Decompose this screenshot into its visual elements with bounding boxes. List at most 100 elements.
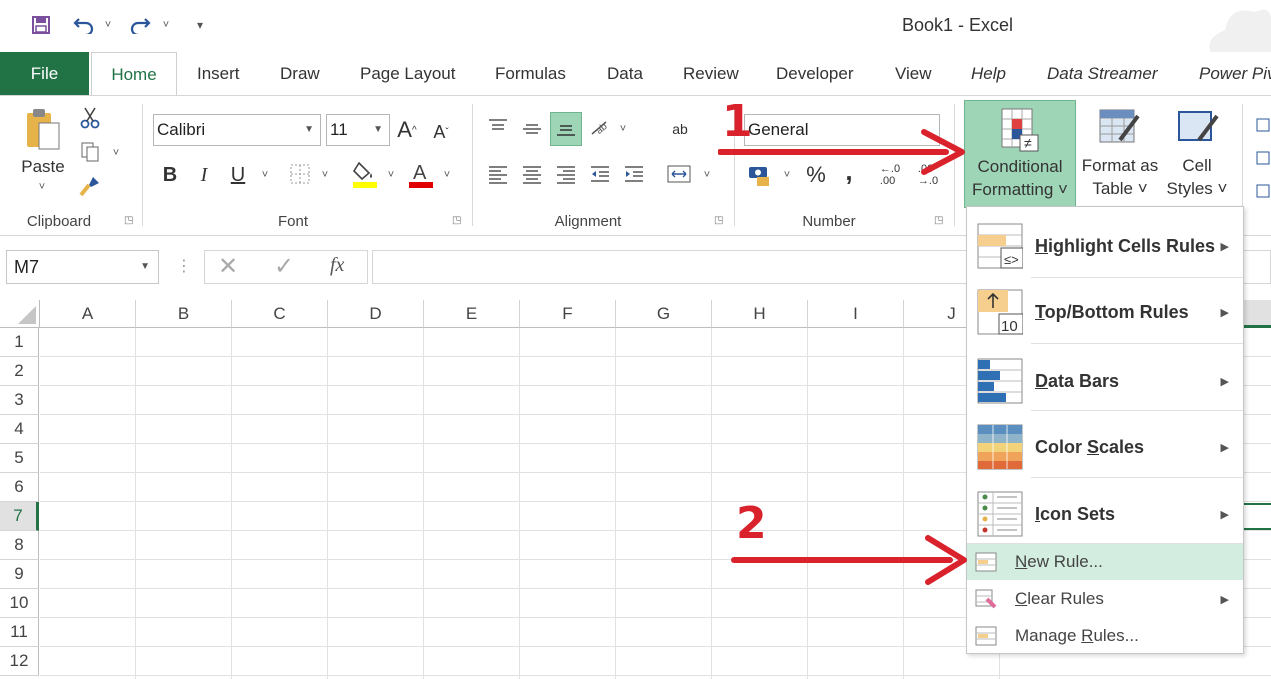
name-box[interactable]: M7 ▼ (6, 250, 159, 284)
row-header[interactable]: 3 (0, 386, 39, 415)
redo-icon[interactable] (128, 10, 152, 40)
bold-button[interactable]: B (158, 162, 182, 188)
tab-review[interactable]: Review (683, 52, 739, 95)
paste-dropdown-icon[interactable]: ˅ (32, 180, 52, 194)
row-header[interactable]: 1 (0, 328, 39, 357)
clipboard-launcher-icon[interactable]: ◳ (124, 215, 133, 226)
font-color-icon[interactable]: A (406, 158, 436, 190)
alignment-launcher-icon[interactable]: ◳ (714, 215, 723, 226)
cut-icon[interactable] (78, 106, 102, 130)
align-middle-icon[interactable] (520, 116, 544, 140)
align-right-icon[interactable] (554, 162, 578, 186)
increase-indent-icon[interactable] (622, 162, 646, 186)
merge-dropdown-icon[interactable]: ˅ (700, 168, 714, 182)
align-bottom-icon[interactable] (550, 112, 582, 146)
column-header[interactable]: A (40, 300, 136, 328)
row-header[interactable]: 8 (0, 531, 39, 560)
format-as-table-label-1: Format as (1081, 156, 1159, 175)
copy-dropdown-icon[interactable]: ˅ (108, 146, 124, 160)
font-launcher-icon[interactable]: ◳ (452, 215, 461, 226)
tab-home[interactable]: Home (91, 52, 177, 96)
underline-button[interactable]: U (226, 162, 250, 188)
row-header[interactable]: 5 (0, 444, 39, 473)
cell-styles-button[interactable]: Cell Styles ˅ (1164, 100, 1230, 208)
gridline (711, 328, 712, 679)
merge-center-icon[interactable] (666, 162, 692, 186)
row-header[interactable]: 9 (0, 560, 39, 589)
column-header[interactable]: H (712, 300, 808, 328)
menu-item-data-bars[interactable]: Data Bars ▶ (967, 348, 1243, 414)
save-icon[interactable] (28, 10, 54, 40)
more-options-icon[interactable]: ⋮ (176, 256, 192, 276)
copy-icon[interactable] (78, 140, 102, 164)
undo-icon[interactable] (72, 10, 96, 40)
tab-power-pivot[interactable]: Power Piv (1199, 52, 1271, 95)
active-cell[interactable] (1244, 503, 1271, 530)
tab-page-layout[interactable]: Page Layout (360, 52, 455, 95)
undo-dropdown-icon[interactable]: ˅ (100, 10, 116, 40)
row-header[interactable]: 10 (0, 589, 39, 618)
row-header[interactable]: 12 (0, 647, 39, 676)
paste-icon[interactable] (16, 104, 70, 154)
wrap-text-icon[interactable]: ab (666, 112, 694, 146)
menu-item-highlight-cells-rules[interactable]: ≤> Highlight Cells Rules ▶ (967, 213, 1243, 279)
font-color-dropdown-icon[interactable]: ˅ (440, 168, 454, 182)
row-header[interactable]: 11 (0, 618, 39, 647)
cells-group-partial[interactable] (1254, 108, 1271, 208)
row-header[interactable]: 7 (0, 502, 39, 531)
format-painter-icon[interactable] (78, 174, 102, 198)
tab-file[interactable]: File (0, 52, 89, 95)
orientation-icon[interactable]: ab (588, 116, 612, 140)
row-header[interactable]: 6 (0, 473, 39, 502)
row-header[interactable]: 2 (0, 357, 39, 386)
select-all-corner[interactable] (0, 300, 40, 328)
tab-data-streamer[interactable]: Data Streamer (1047, 52, 1158, 95)
tab-view[interactable]: View (895, 52, 932, 95)
cancel-icon[interactable]: ✕ (218, 252, 238, 281)
column-header[interactable]: F (520, 300, 616, 328)
font-size-combo[interactable]: 11 ▼ (326, 114, 390, 146)
tab-data[interactable]: Data (607, 52, 643, 95)
fill-color-dropdown-icon[interactable]: ˅ (384, 168, 398, 182)
tab-insert[interactable]: Insert (197, 52, 240, 95)
menu-item-icon-sets[interactable]: Icon Sets ▶ (967, 481, 1243, 547)
column-header[interactable]: D (328, 300, 424, 328)
italic-button[interactable]: I (192, 162, 216, 188)
menu-item-manage-rules[interactable]: Manage Rules... (967, 618, 1243, 654)
column-header[interactable]: B (136, 300, 232, 328)
column-header-active[interactable] (1244, 300, 1271, 328)
paste-button-label[interactable]: Paste (14, 156, 72, 178)
align-center-icon[interactable] (520, 162, 544, 186)
orientation-dropdown-icon[interactable]: ˅ (616, 122, 630, 136)
decrease-indent-icon[interactable] (588, 162, 612, 186)
column-header[interactable]: C (232, 300, 328, 328)
borders-icon[interactable] (288, 162, 312, 186)
number-launcher-icon[interactable]: ◳ (934, 215, 943, 226)
align-left-icon[interactable] (486, 162, 510, 186)
menu-item-new-rule[interactable]: New Rule... (967, 544, 1243, 580)
enter-icon[interactable]: ✓ (274, 252, 294, 281)
align-top-icon[interactable] (486, 114, 510, 138)
menu-item-clear-rules[interactable]: Clear Rules ▶ (967, 581, 1243, 617)
menu-item-color-scales[interactable]: Color Scales ▶ (967, 414, 1243, 480)
borders-dropdown-icon[interactable]: ˅ (318, 168, 332, 182)
fill-color-icon[interactable] (350, 158, 380, 190)
row-header[interactable]: 4 (0, 415, 39, 444)
grow-font-button[interactable]: A ^ (396, 116, 418, 144)
underline-dropdown-icon[interactable]: ˅ (258, 168, 272, 182)
conditional-formatting-button[interactable]: ≠ Conditional Formatting ˅ (964, 100, 1076, 208)
tab-formulas[interactable]: Formulas (495, 52, 566, 95)
format-as-table-button[interactable]: Format as Table ˅ (1078, 100, 1162, 208)
redo-dropdown-icon[interactable]: ˅ (158, 10, 174, 40)
shrink-font-button[interactable]: Aˇ (430, 120, 452, 144)
menu-item-top-bottom-rules[interactable]: 10 Top/Bottom Rules ▶ (967, 279, 1243, 345)
tab-draw[interactable]: Draw (280, 52, 320, 95)
font-name-combo[interactable]: Calibri ▼ (153, 114, 321, 146)
column-header[interactable]: E (424, 300, 520, 328)
tab-developer[interactable]: Developer (776, 52, 854, 95)
column-header[interactable]: I (808, 300, 904, 328)
insert-function-icon[interactable]: fx (330, 254, 344, 277)
customize-qat-icon[interactable]: ▾ (192, 10, 208, 40)
tab-help[interactable]: Help (971, 52, 1006, 95)
column-header[interactable]: G (616, 300, 712, 328)
